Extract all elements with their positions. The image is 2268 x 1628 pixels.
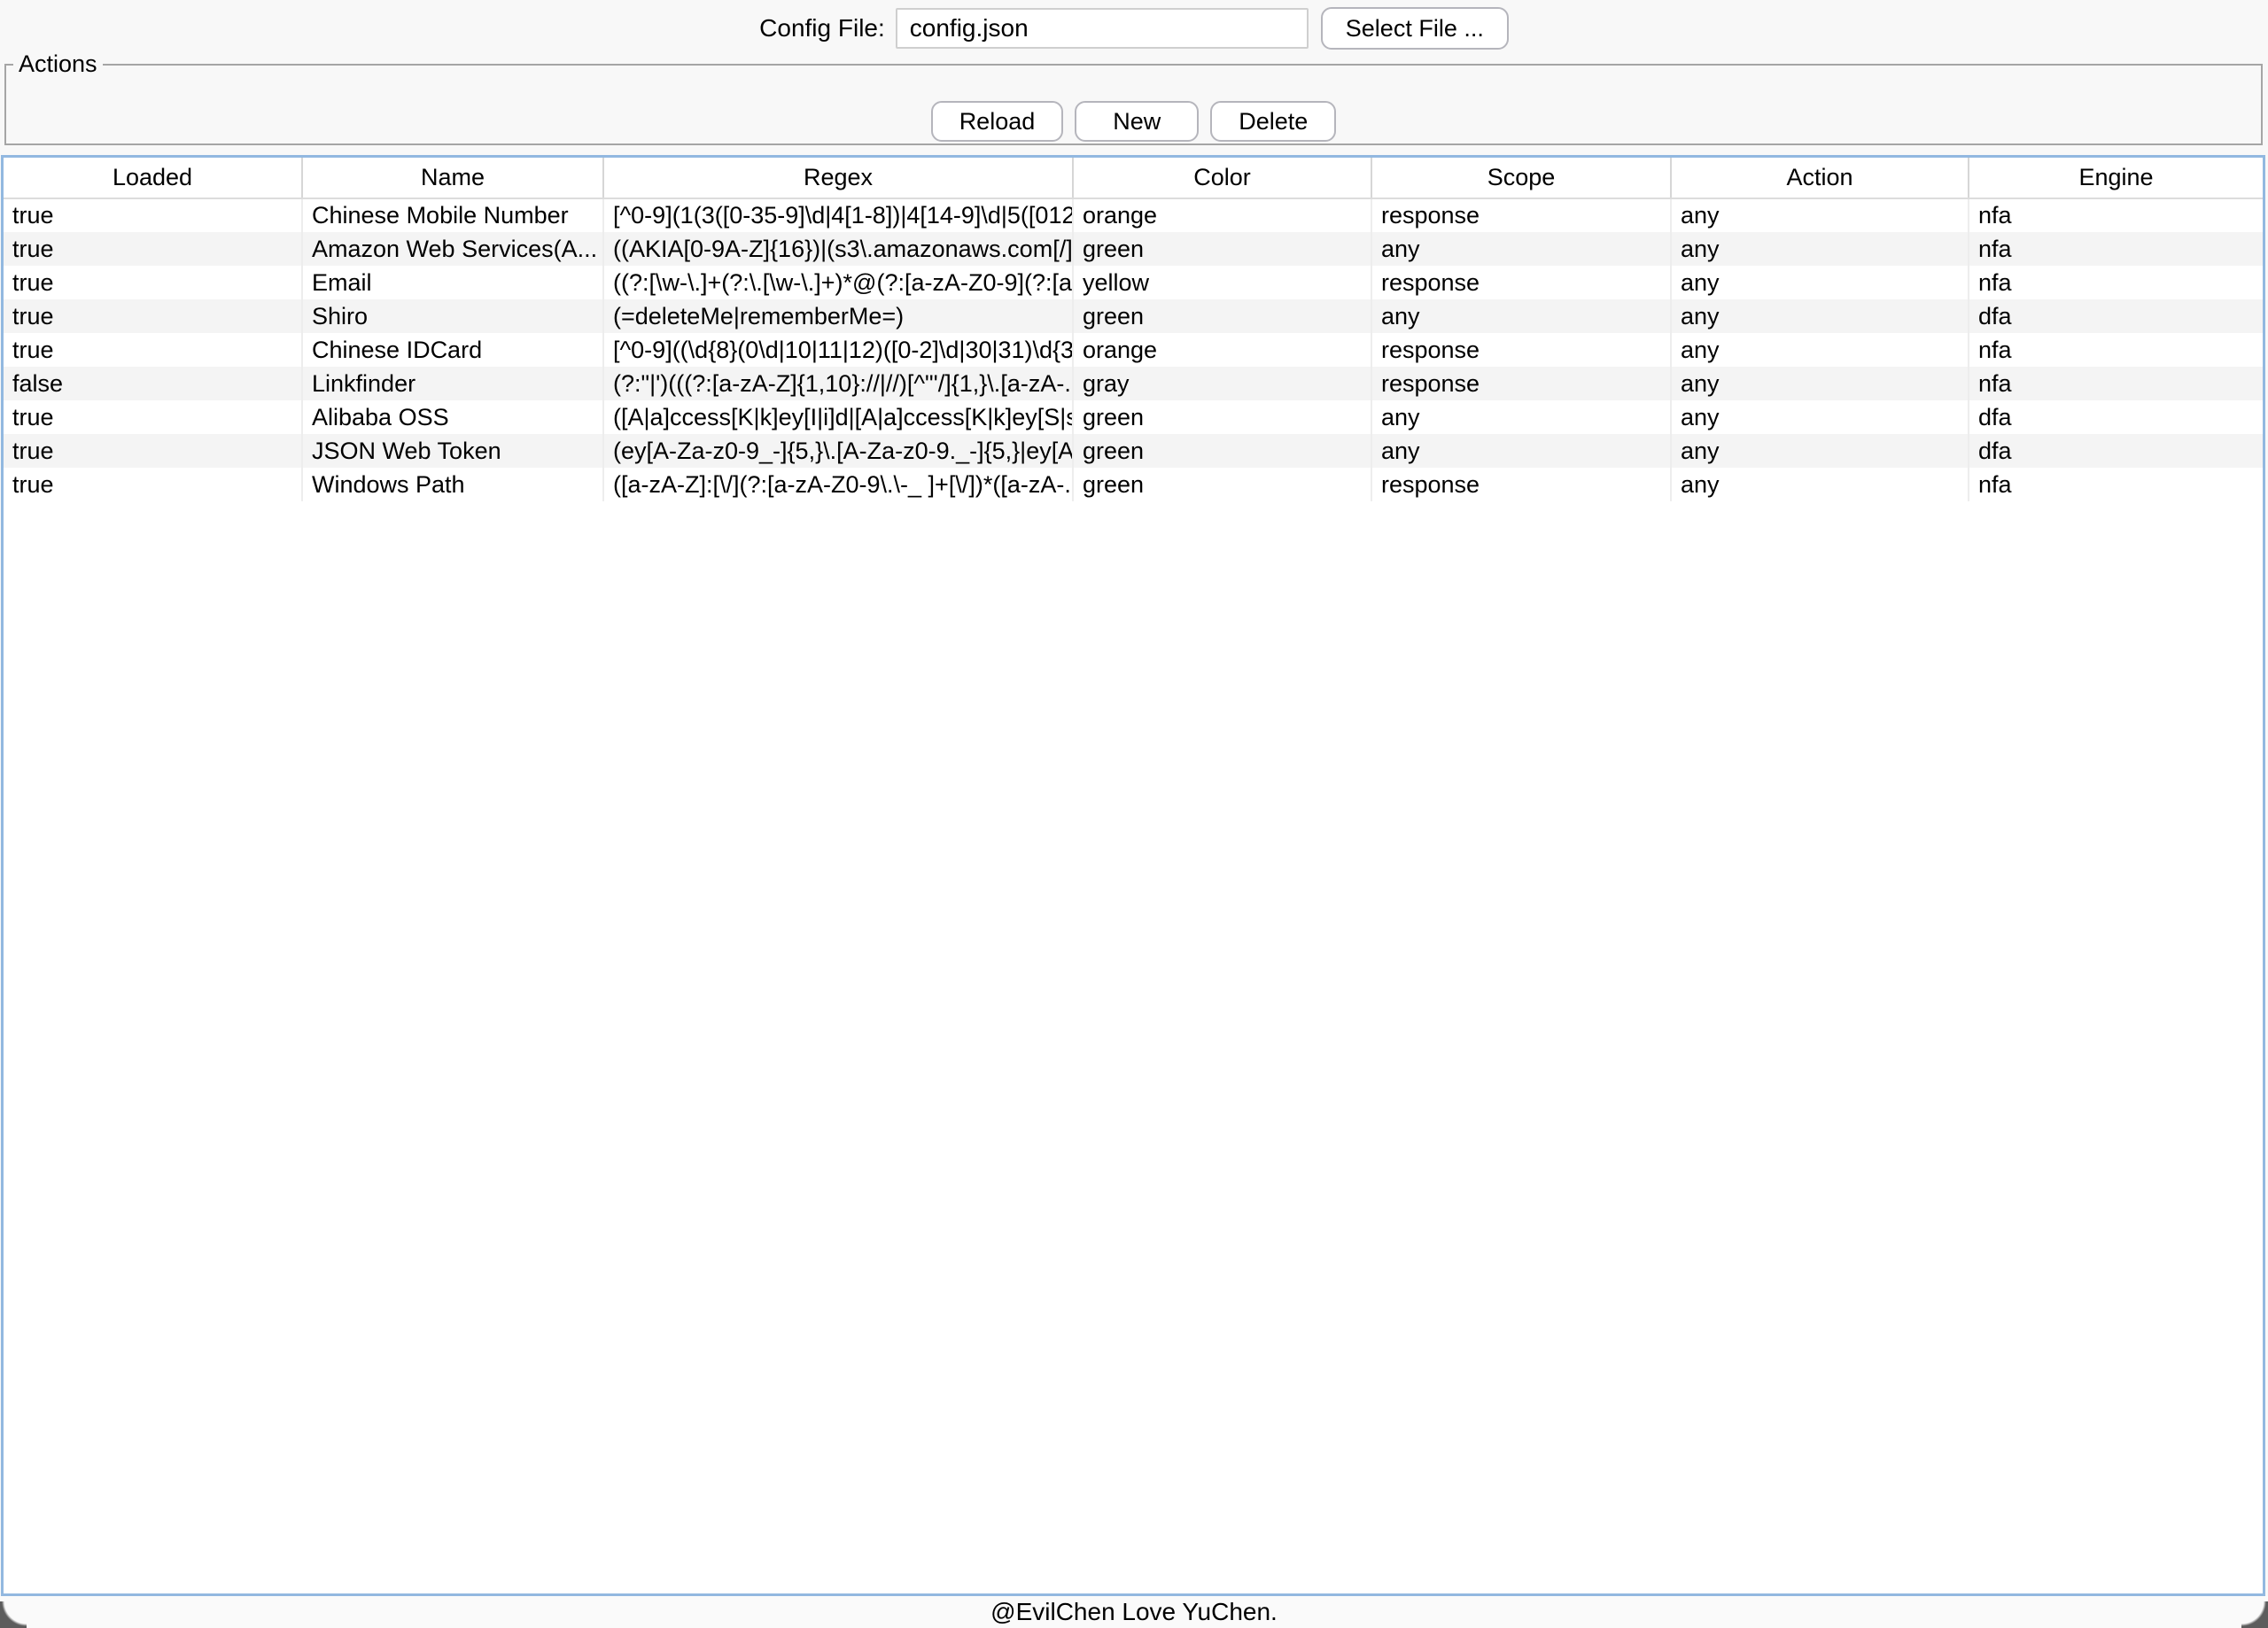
credit-text: @EvilChen Love YuChen. (990, 1598, 1278, 1626)
cell-color[interactable]: orange (1073, 198, 1371, 232)
cell-color[interactable]: green (1073, 299, 1371, 333)
cell-loaded[interactable]: true (4, 434, 302, 468)
cell-name[interactable]: Alibaba OSS (302, 400, 603, 434)
column-header-action[interactable]: Action (1671, 158, 1969, 198)
cell-action[interactable]: any (1671, 434, 1969, 468)
column-header-color[interactable]: Color (1073, 158, 1371, 198)
config-file-input[interactable] (896, 8, 1309, 49)
delete-button[interactable]: Delete (1210, 101, 1336, 142)
config-bar: Config File: Select File ... (0, 0, 2268, 57)
cell-scope[interactable]: response (1371, 367, 1671, 400)
cell-scope[interactable]: any (1371, 299, 1671, 333)
table-row[interactable]: true JSON Web Token (ey[A-Za-z0-9_-]{5,}… (4, 434, 2263, 468)
cell-regex[interactable]: ([A|a]ccess[K|k]ey[I|i]d|[A|a]ccess[K|k]… (603, 400, 1073, 434)
cell-scope[interactable]: response (1371, 468, 1671, 501)
cell-action[interactable]: any (1671, 198, 1969, 232)
cell-name[interactable]: Linkfinder (302, 367, 603, 400)
actions-legend: Actions (13, 50, 103, 78)
table-row[interactable]: true Shiro (=deleteMe|rememberMe=) green… (4, 299, 2263, 333)
column-header-name[interactable]: Name (302, 158, 603, 198)
rules-table-body: true Chinese Mobile Number [^0-9](1(3([0… (4, 198, 2263, 501)
cell-name[interactable]: JSON Web Token (302, 434, 603, 468)
select-file-button[interactable]: Select File ... (1321, 7, 1509, 50)
cell-color[interactable]: gray (1073, 367, 1371, 400)
table-row[interactable]: true Chinese IDCard [^0-9]((\d{8}(0\d|10… (4, 333, 2263, 367)
cell-engine[interactable]: nfa (1969, 333, 2263, 367)
cell-color[interactable]: green (1073, 434, 1371, 468)
cell-loaded[interactable]: true (4, 198, 302, 232)
cell-regex[interactable]: (ey[A-Za-z0-9_-]{5,}\.[A-Za-z0-9._-]{5,}… (603, 434, 1073, 468)
cell-loaded[interactable]: true (4, 400, 302, 434)
cell-color[interactable]: green (1073, 468, 1371, 501)
cell-loaded[interactable]: true (4, 266, 302, 299)
cell-engine[interactable]: dfa (1969, 299, 2263, 333)
cell-regex[interactable]: (?:"|')(((?:[a-zA-Z]{1,10}://|//)[^"'/]{… (603, 367, 1073, 400)
table-header-row: Loaded Name Regex Color Scope Action Eng… (4, 158, 2263, 198)
column-header-loaded[interactable]: Loaded (4, 158, 302, 198)
rules-table-container: Loaded Name Regex Color Scope Action Eng… (1, 155, 2265, 1596)
cell-loaded[interactable]: true (4, 232, 302, 266)
new-button[interactable]: New (1075, 101, 1199, 142)
cell-engine[interactable]: nfa (1969, 468, 2263, 501)
cell-name[interactable]: Chinese Mobile Number (302, 198, 603, 232)
cell-action[interactable]: any (1671, 367, 1969, 400)
cell-scope[interactable]: any (1371, 400, 1671, 434)
cell-regex[interactable]: [^0-9]((\d{8}(0\d|10|11|12)([0-2]\d|30|3… (603, 333, 1073, 367)
cell-action[interactable]: any (1671, 333, 1969, 367)
status-bar: @EvilChen Love YuChen. (0, 1596, 2268, 1628)
cell-regex[interactable]: (=deleteMe|rememberMe=) (603, 299, 1073, 333)
cell-scope[interactable]: response (1371, 266, 1671, 299)
table-row[interactable]: true Amazon Web Services(A... ((AKIA[0-9… (4, 232, 2263, 266)
cell-regex[interactable]: ((AKIA[0-9A-Z]{16})|(s3\.amazonaws.com[/… (603, 232, 1073, 266)
cell-color[interactable]: green (1073, 232, 1371, 266)
cell-engine[interactable]: nfa (1969, 266, 2263, 299)
cell-scope[interactable]: any (1371, 232, 1671, 266)
table-row[interactable]: true Chinese Mobile Number [^0-9](1(3([0… (4, 198, 2263, 232)
cell-scope[interactable]: response (1371, 333, 1671, 367)
config-file-label: Config File: (759, 14, 885, 43)
app-window: Config File: Select File ... Actions Rel… (0, 0, 2268, 1628)
cell-engine[interactable]: dfa (1969, 434, 2263, 468)
cell-action[interactable]: any (1671, 468, 1969, 501)
cell-regex[interactable]: [^0-9](1(3([0-35-9]\d|4[1-8])|4[14-9]\d|… (603, 198, 1073, 232)
cell-loaded[interactable]: false (4, 367, 302, 400)
table-row[interactable]: true Windows Path ([a-zA-Z]:[\/](?:[a-zA… (4, 468, 2263, 501)
cell-loaded[interactable]: true (4, 468, 302, 501)
cell-action[interactable]: any (1671, 299, 1969, 333)
cell-scope[interactable]: response (1371, 198, 1671, 232)
cell-name[interactable]: Shiro (302, 299, 603, 333)
cell-action[interactable]: any (1671, 266, 1969, 299)
actions-button-row: Reload New Delete (6, 101, 2261, 142)
cell-engine[interactable]: nfa (1969, 367, 2263, 400)
cell-color[interactable]: orange (1073, 333, 1371, 367)
cell-color[interactable]: yellow (1073, 266, 1371, 299)
table-row[interactable]: true Email ((?:[\w-\.]+(?:\.[\w-\.]+)*@(… (4, 266, 2263, 299)
cell-name[interactable]: Email (302, 266, 603, 299)
cell-color[interactable]: green (1073, 400, 1371, 434)
cell-name[interactable]: Windows Path (302, 468, 603, 501)
cell-action[interactable]: any (1671, 232, 1969, 266)
cell-loaded[interactable]: true (4, 333, 302, 367)
actions-groupbox: Actions Reload New Delete (4, 50, 2263, 145)
column-header-scope[interactable]: Scope (1371, 158, 1671, 198)
table-row[interactable]: true Alibaba OSS ([A|a]ccess[K|k]ey[I|i]… (4, 400, 2263, 434)
cell-action[interactable]: any (1671, 400, 1969, 434)
cell-scope[interactable]: any (1371, 434, 1671, 468)
cell-regex[interactable]: ([a-zA-Z]:[\/](?:[a-zA-Z0-9\.\-_ ]+[\/])… (603, 468, 1073, 501)
cell-regex[interactable]: ((?:[\w-\.]+(?:\.[\w-\.]+)*@(?:[a-zA-Z0-… (603, 266, 1073, 299)
reload-button[interactable]: Reload (931, 101, 1064, 142)
cell-loaded[interactable]: true (4, 299, 302, 333)
column-header-engine[interactable]: Engine (1969, 158, 2263, 198)
cell-engine[interactable]: dfa (1969, 400, 2263, 434)
cell-name[interactable]: Amazon Web Services(A... (302, 232, 603, 266)
cell-name[interactable]: Chinese IDCard (302, 333, 603, 367)
cell-engine[interactable]: nfa (1969, 198, 2263, 232)
rules-table: Loaded Name Regex Color Scope Action Eng… (4, 158, 2263, 501)
cell-engine[interactable]: nfa (1969, 232, 2263, 266)
column-header-regex[interactable]: Regex (603, 158, 1073, 198)
table-row[interactable]: false Linkfinder (?:"|')(((?:[a-zA-Z]{1,… (4, 367, 2263, 400)
